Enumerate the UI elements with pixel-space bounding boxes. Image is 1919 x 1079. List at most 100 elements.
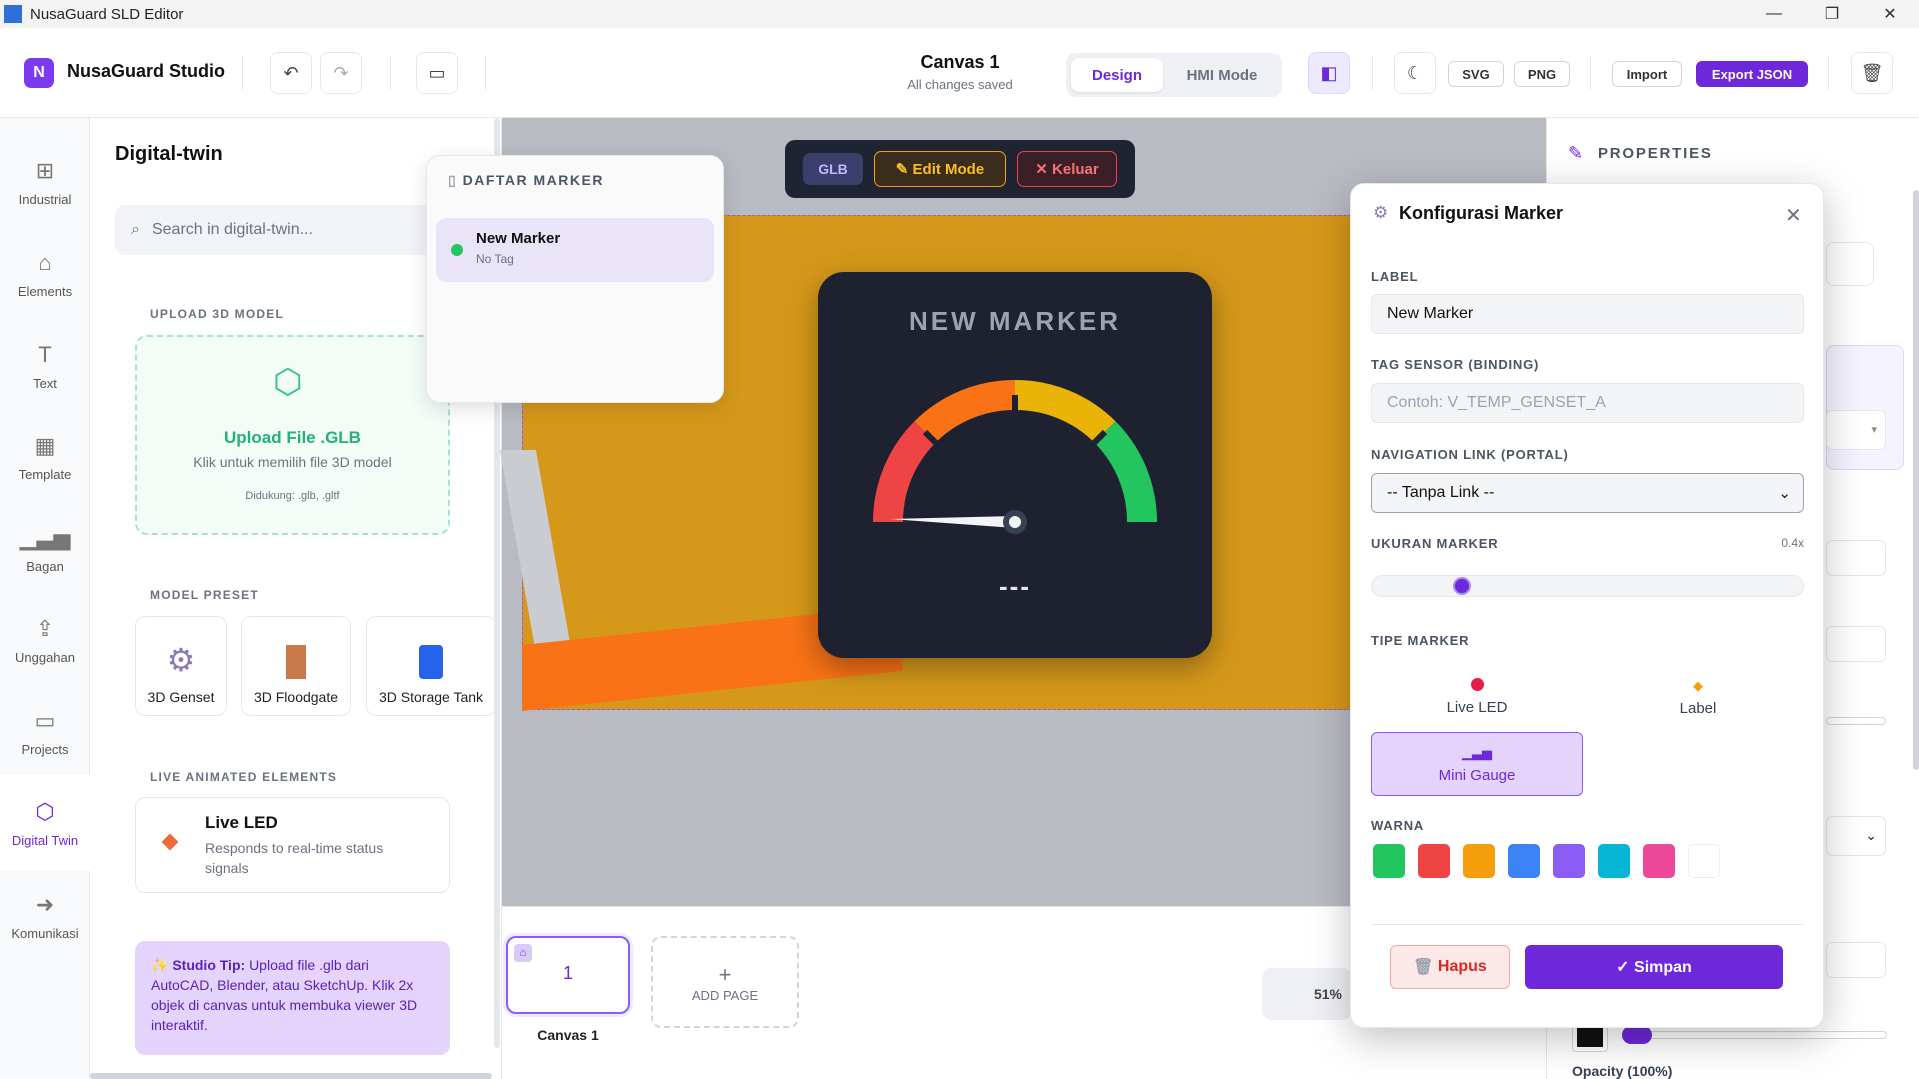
exit-label: Keluar: [1052, 160, 1099, 178]
prop-input[interactable]: [1826, 540, 1886, 576]
add-page-button[interactable]: + ADD PAGE: [651, 936, 799, 1028]
nav-komunikasi[interactable]: ➜ Komunikasi: [0, 872, 90, 960]
search-input[interactable]: ⌕ Search in digital-twin...: [115, 205, 455, 255]
delete-canvas-button[interactable]: 🗑: [1851, 52, 1893, 94]
tank-icon: [419, 645, 443, 679]
nav-label: Elements: [17, 283, 73, 299]
export-json-button[interactable]: Export JSON: [1696, 61, 1808, 87]
color-swatch[interactable]: [1463, 844, 1495, 878]
live-section-label: LIVE ANIMATED ELEMENTS: [150, 770, 338, 784]
panel-hscrollbar[interactable]: [90, 1073, 492, 1079]
prop-button[interactable]: [1826, 242, 1874, 286]
nav-link-value: -- Tanpa Link --: [1387, 484, 1495, 501]
clipboard-icon: ▯: [448, 172, 463, 188]
type-label-option[interactable]: ◆ Label: [1592, 665, 1804, 729]
color-swatch[interactable]: [1418, 844, 1450, 878]
mode-design-tab[interactable]: Design: [1071, 58, 1163, 92]
save-marker-button[interactable]: ✓ Simpan: [1525, 945, 1783, 989]
prop-slider[interactable]: [1826, 717, 1886, 725]
redo-button[interactable]: ↷: [320, 52, 362, 94]
app-icon: [4, 5, 22, 23]
exit-button[interactable]: ✕ Keluar: [1017, 151, 1117, 187]
marker-list-item[interactable]: [436, 218, 714, 282]
chevron-down-icon: ⌄: [1778, 485, 1791, 502]
delete-marker-button[interactable]: 🗑 Hapus: [1390, 945, 1510, 989]
zoom-level[interactable]: 51%: [1262, 968, 1352, 1020]
color-swatch[interactable]: [1598, 844, 1630, 878]
label-input[interactable]: New Marker: [1371, 294, 1804, 334]
nav-link-select[interactable]: -- Tanpa Link -- ⌄: [1371, 473, 1804, 513]
nav-digital-twin[interactable]: ⬡ Digital Twin: [0, 775, 90, 871]
gauge-title: NEW MARKER: [909, 306, 1121, 336]
preset-label: 3D Storage Tank: [378, 689, 484, 705]
nav-bagan[interactable]: ▁▃▅ Bagan: [0, 505, 90, 593]
maximize-button[interactable]: ❐: [1803, 0, 1861, 28]
type-mini-gauge[interactable]: ▁▃▅ Mini Gauge: [1371, 732, 1583, 796]
opacity-slider[interactable]: [1622, 1031, 1887, 1039]
minimize-button[interactable]: —: [1745, 0, 1803, 28]
type-live-led[interactable]: Live LED: [1371, 665, 1583, 729]
export-png-button[interactable]: PNG: [1514, 61, 1570, 87]
preset-floodgate[interactable]: 3D Floodgate: [241, 616, 351, 716]
prop-group: [1826, 345, 1904, 470]
nav-projects[interactable]: ▭ Projects: [0, 688, 90, 776]
tag-sensor-input[interactable]: Contoh: V_TEMP_GENSET_A: [1371, 383, 1804, 423]
marker-tag: No Tag: [476, 252, 514, 266]
type-label-text: Live LED: [1446, 699, 1508, 716]
arrow-right-icon: ➜: [35, 891, 55, 917]
prop-select[interactable]: ▾: [1826, 410, 1886, 450]
mode-hmi-tab[interactable]: HMI Mode: [1168, 58, 1276, 92]
undo-button[interactable]: ↶: [270, 52, 312, 94]
color-swatch[interactable]: [1643, 844, 1675, 878]
color-swatch[interactable]: [1373, 844, 1405, 878]
nav-unggahan[interactable]: ⇪ Unggahan: [0, 596, 90, 684]
edit-mode-button[interactable]: ✎ Edit Mode: [874, 151, 1006, 187]
trash-icon: 🗑: [1860, 62, 1884, 83]
opacity-label: Opacity (100%): [1572, 1063, 1673, 1079]
cube-icon: ⬡: [35, 798, 55, 824]
type-label: TIPE MARKER: [1371, 633, 1470, 648]
side-nav: ⊞ Industrial ⌂ Elements T Text ▦ Template ▁▃…: [0, 118, 90, 1079]
nav-text[interactable]: T Text: [0, 322, 90, 410]
floodgate-icon: [286, 645, 306, 679]
led-dot-icon: [1470, 678, 1484, 691]
chart-icon: ▁▃▅: [19, 524, 71, 550]
color-swatch[interactable]: [1688, 844, 1720, 878]
prop-input[interactable]: [1826, 942, 1886, 978]
color-swatch[interactable]: [1553, 844, 1585, 878]
upload-icon: ⇪: [35, 615, 55, 641]
color-swatch[interactable]: [1508, 844, 1540, 878]
upload-section-label: UPLOAD 3D MODEL: [150, 307, 285, 321]
size-slider-knob[interactable]: [1453, 577, 1471, 595]
search-placeholder: Search in digital-twin...: [151, 221, 313, 238]
theme-toggle-button[interactable]: ☾: [1394, 52, 1436, 94]
edit-label: Edit Mode: [912, 160, 985, 178]
props-scrollbar[interactable]: [1913, 190, 1919, 770]
screen-button[interactable]: ▭: [416, 52, 458, 94]
close-window-button[interactable]: ✕: [1861, 0, 1919, 28]
prop-select[interactable]: ⌄: [1826, 816, 1886, 856]
glb-badge[interactable]: GLB: [803, 153, 863, 185]
pencil-icon: ✎: [1568, 143, 1584, 163]
export-svg-button[interactable]: SVG: [1448, 61, 1504, 87]
pencil-icon: ✎: [895, 161, 913, 178]
window-titlebar: NusaGuard SLD Editor — ❐ ✕: [0, 0, 1919, 28]
preset-genset[interactable]: ⚙ 3D Genset: [135, 616, 227, 716]
upload-desc: Klik untuk memilih file 3D model: [193, 454, 392, 470]
marker-name: New Marker: [476, 230, 561, 247]
nav-template[interactable]: ▦ Template: [0, 413, 90, 501]
opacity-slider-knob[interactable]: [1622, 1026, 1652, 1044]
sparkle-icon: ✨: [151, 957, 173, 973]
marker-list-title-text: DAFTAR MARKER: [462, 172, 604, 188]
import-button[interactable]: Import: [1612, 61, 1682, 87]
size-slider[interactable]: [1371, 575, 1804, 597]
toggle-panel-button[interactable]: ◧: [1308, 52, 1350, 94]
close-icon: ✕: [1035, 161, 1053, 178]
nav-elements[interactable]: ⌂ Elements: [0, 230, 90, 318]
nav-industrial[interactable]: ⊞ Industrial: [0, 138, 90, 226]
preset-storage-tank[interactable]: 3D Storage Tank: [366, 616, 496, 716]
brand-logo: N: [24, 58, 54, 88]
nav-label: Template: [18, 466, 72, 482]
prop-input[interactable]: [1826, 626, 1886, 662]
modal-close-button[interactable]: ✕: [1785, 203, 1802, 228]
